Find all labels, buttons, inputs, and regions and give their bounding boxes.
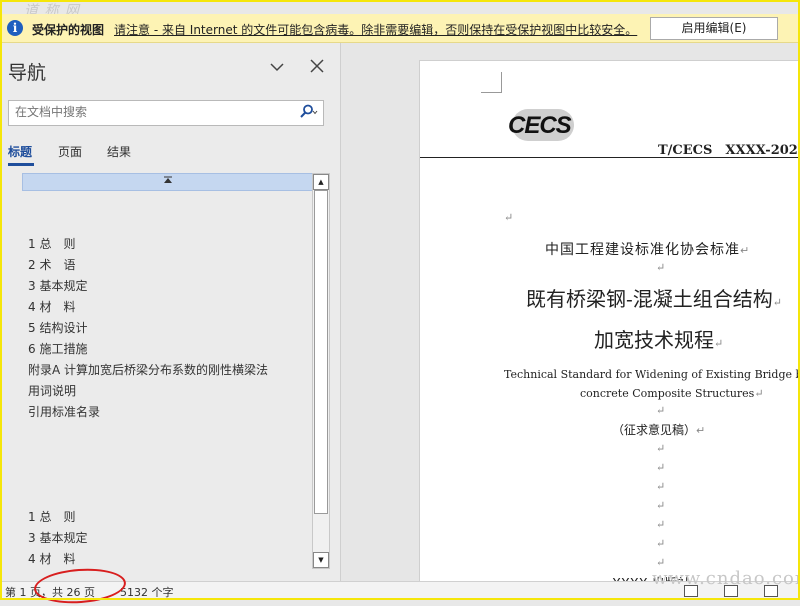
paragraph-mark: ↵ xyxy=(656,261,666,274)
association-title: 中国工程建设标准化协会标准↵ xyxy=(545,239,750,259)
draft-note: （征求意见稿）↵ xyxy=(612,421,705,438)
heading-item[interactable]: 1 总 则 xyxy=(28,508,75,525)
protected-view-message[interactable]: 请注意 - 来自 Internet 的文件可能包含病毒。除非需要编辑，否则保持在… xyxy=(114,21,637,38)
protected-view-bar: i 受保护的视图 请注意 - 来自 Internet 的文件可能包含病毒。除非需… xyxy=(2,14,798,43)
paragraph-mark: ↵ xyxy=(754,387,764,400)
info-icon: i xyxy=(7,20,23,36)
standard-code: T/CECS XXXX-202X xyxy=(658,143,798,158)
heading-item[interactable]: 4 材 料 xyxy=(28,550,75,567)
heading-item[interactable]: 引用标准名录 xyxy=(28,403,100,420)
heading-item[interactable]: 2 术 语 xyxy=(28,256,75,273)
paragraph-mark: ↵ xyxy=(714,337,724,350)
heading-item[interactable]: 4 材 料 xyxy=(28,298,75,315)
paragraph-mark: ↵ xyxy=(740,244,751,257)
heading-item[interactable]: 3 基本规定 xyxy=(28,529,87,546)
document-title-line2: 加宽技术规程↵ xyxy=(594,324,723,353)
english-title-line2: concrete Composite Structures↵ xyxy=(580,387,764,400)
paragraph-mark: ↵ xyxy=(696,424,706,437)
scroll-down-button[interactable]: ▼ xyxy=(313,552,329,568)
heading-item[interactable]: 用词说明 xyxy=(28,382,76,399)
heading-scrollbar[interactable]: ▲ ▼ xyxy=(312,173,330,569)
scroll-thumb[interactable] xyxy=(314,190,328,514)
paragraph-mark: ↵ xyxy=(656,537,666,550)
draft-note-text: （征求意见稿） xyxy=(612,423,697,437)
protected-view-title: 受保护的视图 xyxy=(32,23,105,37)
heading-item[interactable]: 6 施工措施 xyxy=(28,340,87,357)
page-corner-mark xyxy=(481,72,502,93)
chevron-down-icon[interactable] xyxy=(270,61,284,75)
search-icon[interactable] xyxy=(299,104,319,124)
heading-item[interactable]: 5 结构设计 xyxy=(28,319,87,336)
heading-item[interactable]: 附录A 计算加宽后桥梁分布系数的刚性横梁法 xyxy=(28,361,268,378)
title-line2-text: 加宽技术规程 xyxy=(594,328,714,352)
heading-list: 1 总 则 2 术 语 3 基本规定 4 材 料 5 结构设计 6 施工措施 附… xyxy=(22,173,314,567)
navigation-title: 导航 xyxy=(8,62,47,84)
english-title-line1: Technical Standard for Widening of Exist… xyxy=(504,368,798,381)
association-text: 中国工程建设标准化协会标准 xyxy=(545,242,740,258)
enable-editing-button[interactable]: 启用编辑(E) xyxy=(650,17,778,40)
search-input[interactable] xyxy=(9,101,291,123)
paragraph-mark: ↵ xyxy=(772,296,782,309)
collapse-bar[interactable] xyxy=(22,173,314,191)
scroll-up-button[interactable]: ▲ xyxy=(313,174,329,190)
tab-results[interactable]: 结果 xyxy=(107,143,131,160)
document-title-line1: 既有桥梁钢-混凝土组合结构↵ xyxy=(526,283,782,312)
paragraph-mark: ↵ xyxy=(656,461,666,474)
word-count[interactable]: 5132 个字 xyxy=(120,584,174,600)
document-area: CECS T/CECS XXXX-202X ↵ 中国工程建设标准化协会标准↵ ↵… xyxy=(341,43,798,581)
watermark-bottom: www.cndao.com xyxy=(652,568,800,589)
paragraph-mark: ↵ xyxy=(504,211,514,224)
header-rule xyxy=(420,157,798,158)
tab-pages[interactable]: 页面 xyxy=(58,143,82,160)
cecs-logo: CECS xyxy=(506,109,580,141)
document-page[interactable]: CECS T/CECS XXXX-202X ↵ 中国工程建设标准化协会标准↵ ↵… xyxy=(419,60,798,581)
navigation-pane: 导航 标题 页面 结果 1 总 则 2 术 语 3 基本规定 4 材 料 5 结… xyxy=(2,43,341,581)
paragraph-mark: ↵ xyxy=(656,442,666,455)
close-icon[interactable] xyxy=(310,56,324,78)
paragraph-mark: ↵ xyxy=(656,518,666,531)
english-line2-text: concrete Composite Structures xyxy=(580,387,755,400)
search-box xyxy=(8,100,324,126)
logo-text: CECS xyxy=(508,112,572,139)
paragraph-mark: ↵ xyxy=(656,499,666,512)
paragraph-mark: ↵ xyxy=(656,404,666,417)
title-line1-text: 既有桥梁钢-混凝土组合结构 xyxy=(526,287,773,311)
tab-headings[interactable]: 标题 xyxy=(8,143,32,160)
active-tab-indicator xyxy=(8,163,34,166)
heading-item[interactable]: 1 总 则 xyxy=(28,235,75,252)
paragraph-mark: ↵ xyxy=(656,480,666,493)
heading-item[interactable]: 3 基本规定 xyxy=(28,277,87,294)
